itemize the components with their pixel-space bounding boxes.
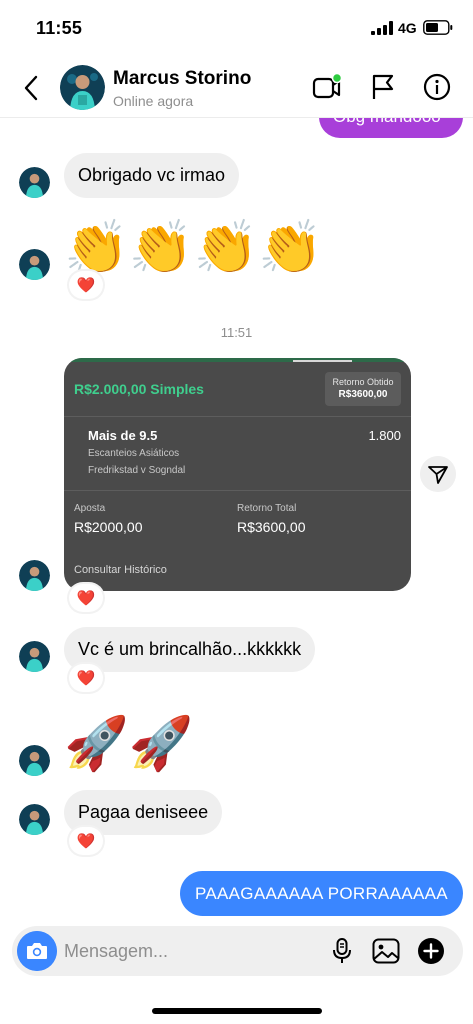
stake-label: Aposta [74,503,106,514]
incoming-message[interactable]: Obrigado vc irmao [64,153,240,198]
return-obtained-box: Retorno Obtido R$3600,00 [325,372,401,406]
status-bar: 11:55 4G [0,0,473,56]
outgoing-message[interactable]: Obg mandooo [319,118,463,138]
return-obtained-value: R$3600,00 [338,389,388,400]
video-call-icon[interactable] [312,72,342,102]
heart-reaction[interactable]: ❤️ [69,584,103,612]
bet-stake-title: R$2.000,00 Simples [74,381,204,397]
incoming-message[interactable]: Vc é um brincalhão...kkkkkk [64,627,316,672]
divider [64,490,411,491]
gallery-icon[interactable] [371,936,401,966]
heart-reaction[interactable]: ❤️ [69,827,103,855]
return-obtained-label: Retorno Obtido [332,377,394,387]
info-icon[interactable] [422,72,452,102]
divider [64,416,411,417]
bet-slip-card[interactable]: R$2.000,00 Simples Retorno Obtido R$3600… [64,358,411,591]
network-type: 4G [398,20,417,36]
share-icon[interactable] [420,456,456,492]
bet-selection: Mais de 9.5 [88,428,158,443]
flag-icon[interactable] [368,72,398,102]
card-top-line [64,358,411,362]
microphone-icon[interactable] [327,936,357,966]
status-time: 11:55 [36,18,83,38]
sender-avatar[interactable] [19,560,50,591]
camera-icon[interactable] [17,931,57,971]
back-icon[interactable] [20,74,44,102]
message-composer [12,926,463,976]
home-indicator[interactable] [152,1008,322,1014]
bet-event: Fredrikstad v Sogndal [88,465,186,476]
heart-reaction[interactable]: ❤️ [69,664,103,692]
sender-avatar[interactable] [19,167,50,198]
chat-header: Marcus Storino Online agora [0,56,473,118]
emoji-message[interactable]: 🚀🚀 [64,714,194,774]
sender-avatar[interactable] [19,804,50,835]
contact-avatar[interactable] [60,65,105,110]
outgoing-message[interactable]: PAAAGAAAAAA PORRAAAAAA [180,871,463,916]
total-return-label: Retorno Total [237,503,297,514]
emoji-message[interactable]: 👏👏👏👏 [64,218,323,278]
total-return-value: R$3600,00 [237,519,306,535]
message-timestamp: 11:51 [220,325,253,340]
sender-avatar[interactable] [19,249,50,280]
signal-icon [371,21,393,35]
message-input[interactable] [64,934,314,968]
chat-thread[interactable]: Obg mandooo Obrigado vc irmao 👏👏👏👏 ❤️ 11… [0,118,473,926]
heart-reaction[interactable]: ❤️ [69,271,103,299]
stake-value: R$2000,00 [74,519,143,535]
add-icon[interactable] [416,936,446,966]
contact-name[interactable]: Marcus Storino [113,68,251,90]
bet-market: Escanteios Asiáticos [88,448,180,459]
battery-icon [423,20,453,35]
sender-avatar[interactable] [19,641,50,672]
card-top-line-highlight [293,360,352,362]
sender-avatar[interactable] [19,745,50,776]
bet-odds: 1.800 [368,428,401,443]
history-link[interactable]: Consultar Histórico [74,564,167,576]
contact-status: Online agora [113,93,194,109]
